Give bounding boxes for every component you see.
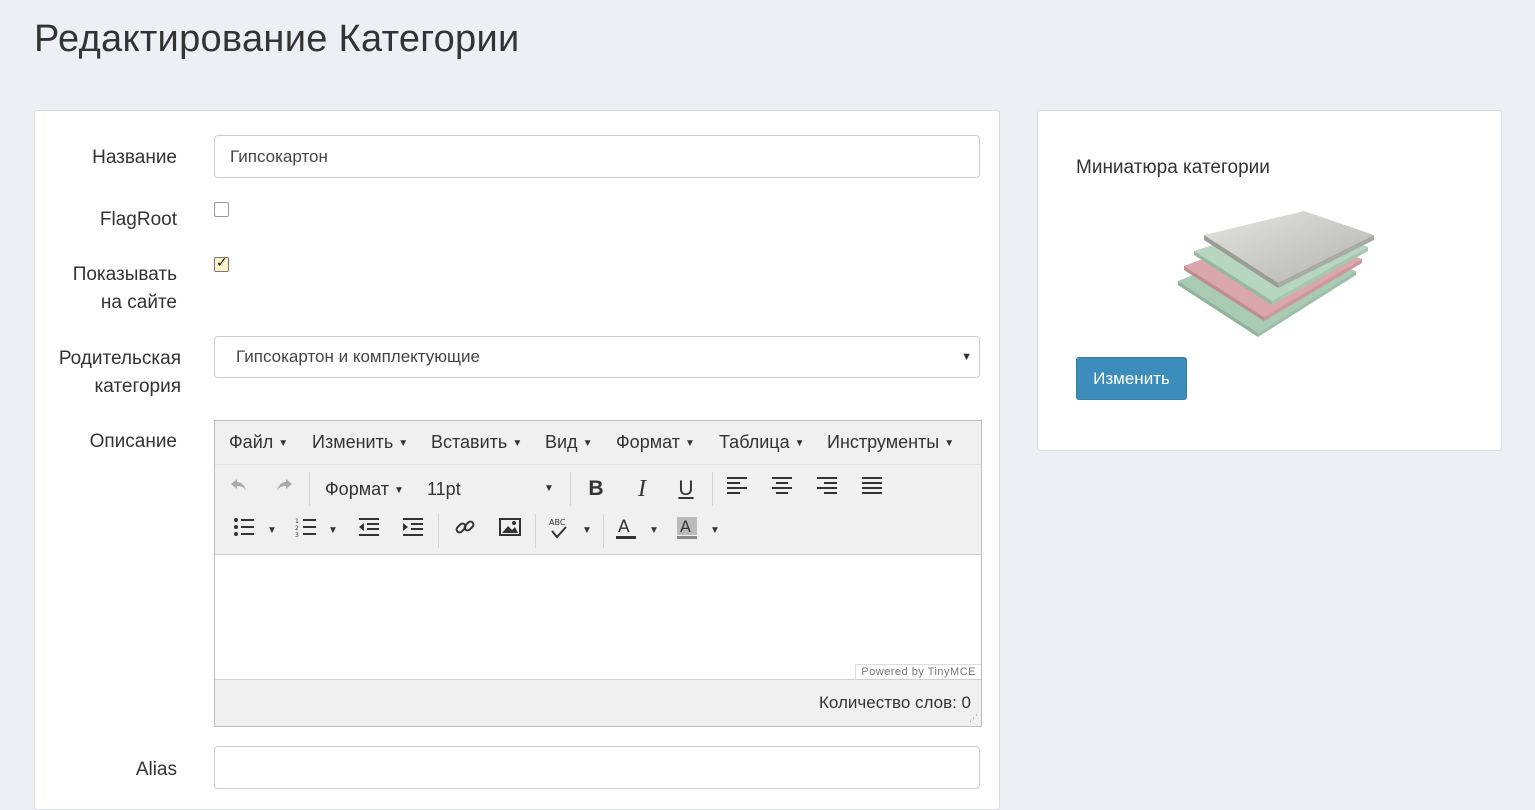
caret-down-icon: ▼ <box>684 438 695 449</box>
svg-text:1: 1 <box>295 518 299 525</box>
align-right-icon[interactable] <box>815 474 839 504</box>
text-color-icon[interactable]: A <box>614 516 638 546</box>
dropdown-arrow-icon: ▼ <box>961 351 972 363</box>
resize-handle-icon[interactable]: ⋰ <box>969 713 978 724</box>
caret-down-icon[interactable]: ▼ <box>328 516 338 546</box>
toolbar-separator <box>438 514 439 548</box>
background-color-icon[interactable]: A <box>675 516 699 546</box>
editor-content-area[interactable]: Powered by TinyMCE <box>215 554 981 680</box>
word-count: Количество слов: 0 <box>818 693 971 712</box>
category-form-panel: Название Гипсокартон FlagRoot Показывать… <box>34 110 1000 810</box>
svg-text:ABC: ABC <box>549 518 566 527</box>
menu-format[interactable]: Формат ▼ <box>616 432 695 453</box>
caret-down-icon: ▼ <box>393 485 404 496</box>
format-dropdown-label: Формат <box>325 479 389 499</box>
image-icon[interactable] <box>498 516 522 546</box>
fontsize-dropdown-label: 11pt <box>427 479 461 499</box>
editor-toolbar-row2: ▼ 123 ▼ ABC ▼ A ▼ A ▼ <box>215 510 981 552</box>
bold-icon[interactable]: B <box>585 474 607 504</box>
toolbar-separator <box>570 472 571 506</box>
toolbar-separator <box>535 514 536 548</box>
name-input[interactable]: Гипсокартон <box>214 135 980 178</box>
caret-down-icon: ▼ <box>582 438 593 449</box>
editor-toolbar-row1: Формат ▼ 11pt ▼ B I U <box>215 468 981 510</box>
flagroot-checkbox[interactable] <box>214 202 229 217</box>
align-center-icon[interactable] <box>770 474 794 504</box>
caret-down-icon[interactable]: ▼ <box>710 516 720 546</box>
thumbnail-panel: Миниатюра категории Изменить <box>1037 110 1502 451</box>
menu-table-label: Таблица <box>719 432 790 452</box>
undo-icon[interactable] <box>227 474 251 504</box>
parent-category-label-line1: Родительская <box>58 348 181 369</box>
alias-label: Alias <box>135 759 177 780</box>
svg-text:A: A <box>618 517 630 537</box>
menu-edit[interactable]: Изменить ▼ <box>312 432 408 453</box>
show-on-site-label-line1: Показывать <box>72 264 177 285</box>
show-on-site-checkbox[interactable]: ✓ <box>214 254 229 272</box>
parent-category-label: Родительская категория <box>59 345 181 401</box>
caret-down-icon[interactable]: ▼ <box>544 474 554 504</box>
caret-down-icon: ▼ <box>512 438 523 449</box>
align-left-icon[interactable] <box>725 474 749 504</box>
format-dropdown[interactable]: Формат ▼ <box>325 474 404 504</box>
svg-text:2: 2 <box>295 525 299 532</box>
svg-text:A: A <box>680 517 691 536</box>
menu-insert-label: Вставить <box>431 432 508 452</box>
link-icon[interactable] <box>453 516 477 546</box>
indent-icon[interactable] <box>401 516 425 546</box>
outdent-icon[interactable] <box>357 516 381 546</box>
thumbnail-title: Миниатюра категории <box>1076 157 1270 178</box>
menu-view[interactable]: Вид ▼ <box>545 432 592 453</box>
editor-menubar: Файл ▼ Изменить ▼ Вставить ▼ Вид ▼ Формат ▼ Т… <box>215 421 981 465</box>
menu-tools-label: Инструменты <box>827 432 940 452</box>
page-title: Редактирование Категории <box>34 18 520 60</box>
caret-down-icon[interactable]: ▼ <box>649 516 659 546</box>
menu-view-label: Вид <box>545 432 578 452</box>
fontsize-dropdown[interactable]: 11pt <box>427 474 461 504</box>
caret-down-icon[interactable]: ▼ <box>267 516 277 546</box>
caret-down-icon: ▼ <box>278 438 289 449</box>
category-thumbnail-image <box>1176 211 1376 341</box>
toolbar-separator <box>309 472 310 506</box>
flagroot-label: FlagRoot <box>99 209 177 230</box>
alias-input[interactable] <box>214 746 980 789</box>
caret-down-icon: ▼ <box>794 438 805 449</box>
italic-icon[interactable]: I <box>631 474 653 504</box>
menu-tools[interactable]: Инструменты ▼ <box>827 432 954 453</box>
svg-text:3: 3 <box>295 532 299 537</box>
menu-file[interactable]: Файл ▼ <box>229 432 288 453</box>
editor-statusbar: Количество слов: 0 ⋰ <box>215 681 981 727</box>
bullet-list-icon[interactable] <box>232 516 256 546</box>
menu-format-label: Формат <box>616 432 680 452</box>
menu-file-label: Файл <box>229 432 274 452</box>
show-on-site-label-line2: на сайте <box>100 292 177 313</box>
change-thumbnail-button[interactable]: Изменить <box>1076 357 1187 400</box>
toolbar-separator <box>712 472 713 506</box>
menu-insert[interactable]: Вставить ▼ <box>431 432 522 453</box>
spellcheck-icon[interactable]: ABC <box>547 516 571 546</box>
show-on-site-label: Показывать на сайте <box>73 261 177 317</box>
rich-text-editor: Файл ▼ Изменить ▼ Вставить ▼ Вид ▼ Формат ▼ Т… <box>214 420 982 727</box>
caret-down-icon: ▼ <box>944 438 955 449</box>
toolbar-separator <box>603 514 604 548</box>
powered-by-tinymce[interactable]: Powered by TinyMCE <box>855 664 981 679</box>
align-justify-icon[interactable] <box>860 474 884 504</box>
redo-icon[interactable] <box>272 474 296 504</box>
underline-icon[interactable]: U <box>675 474 697 504</box>
caret-down-icon: ▼ <box>398 438 409 449</box>
parent-category-value: Гипсокартон и комплектующие <box>236 347 480 366</box>
caret-down-icon[interactable]: ▼ <box>582 516 592 546</box>
numbered-list-icon[interactable]: 123 <box>294 516 318 546</box>
menu-table[interactable]: Таблица ▼ <box>719 432 804 453</box>
description-label: Описание <box>89 431 177 452</box>
parent-category-label-line2: категория <box>94 376 181 397</box>
name-label: Название <box>92 147 177 168</box>
checkmark-icon: ✓ <box>216 254 228 270</box>
menu-edit-label: Изменить <box>312 432 394 452</box>
parent-category-select[interactable]: Гипсокартон и комплектующие ▼ <box>214 336 980 378</box>
